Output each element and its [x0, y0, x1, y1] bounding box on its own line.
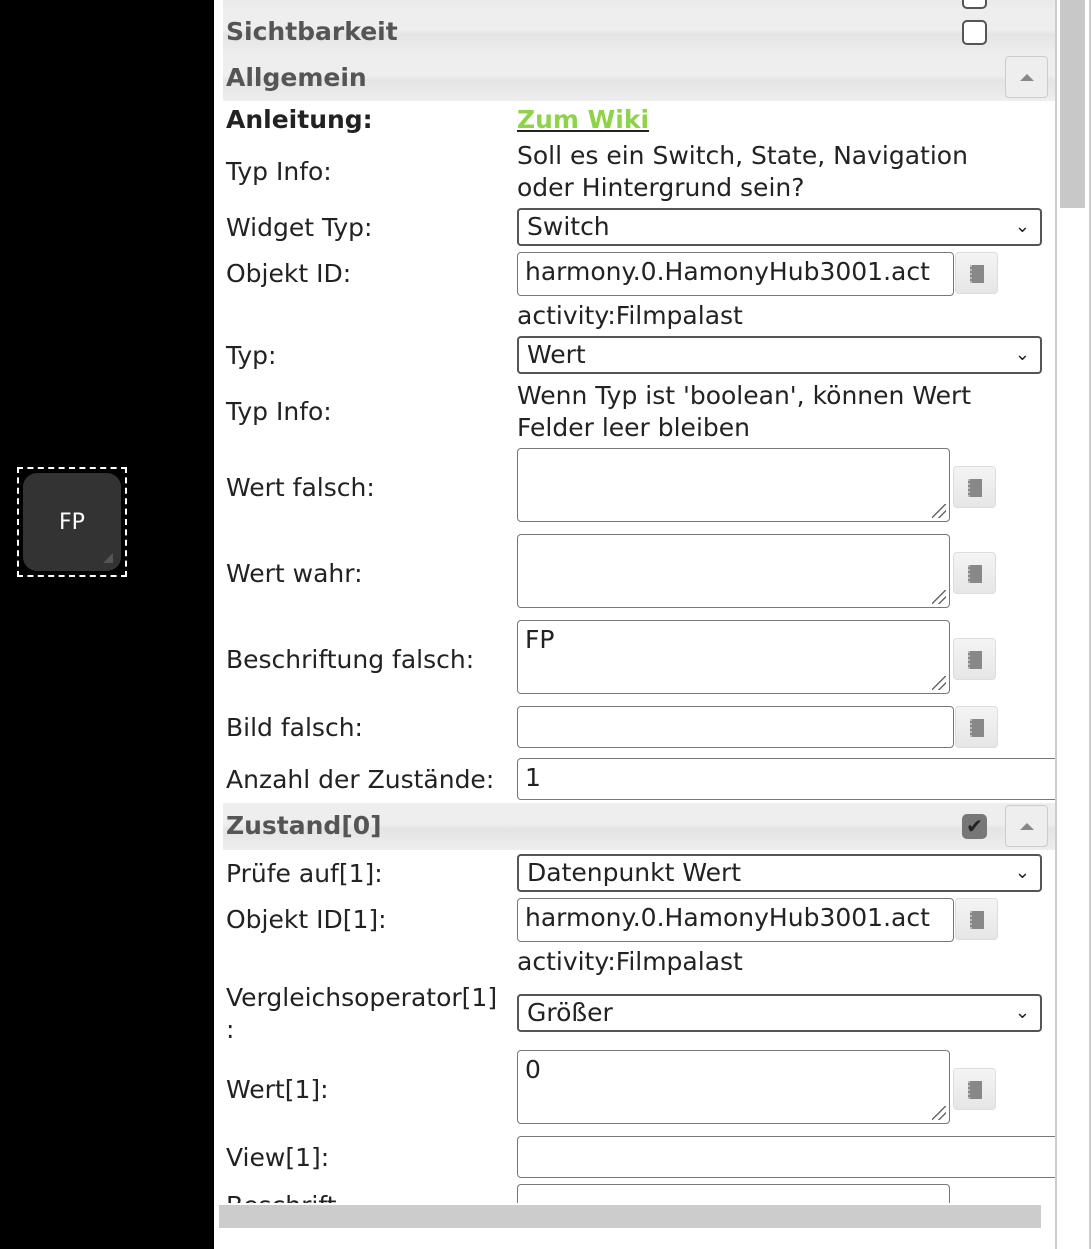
object-id-input[interactable]: harmony.0.HamonyHub3001.act	[517, 252, 954, 296]
image-false-browse-button[interactable]	[955, 706, 998, 748]
state0-checkbox[interactable]: ✔	[962, 814, 987, 839]
object-id1-input[interactable]: harmony.0.HamonyHub3001.act	[517, 898, 954, 942]
operator-colon: :	[226, 1015, 235, 1044]
image-false-label: Bild falsch:	[226, 713, 363, 742]
notebook-icon	[968, 479, 982, 497]
section-title: Sichtbarkeit	[226, 17, 398, 46]
caption1-input[interactable]	[517, 1184, 950, 1203]
chevron-down-icon: ⌄	[1014, 862, 1030, 883]
object-id-browse-button[interactable]	[955, 252, 998, 294]
value-false-textarea[interactable]	[517, 448, 950, 522]
notebook-icon	[970, 719, 984, 737]
image-false-input[interactable]	[517, 706, 954, 748]
section-header-state0[interactable]: Zustand[0]	[223, 803, 1055, 850]
operator-label: Vergleichsoperator[1]	[226, 983, 498, 1012]
chevron-down-icon: ⌄	[1014, 1002, 1030, 1023]
typ-label: Typ:	[226, 341, 277, 370]
widget-type-select[interactable]: Switch ⌄	[517, 208, 1042, 246]
scrollbar-thumb[interactable]	[1060, 0, 1085, 208]
section-header-visibility[interactable]: Sichtbarkeit	[223, 9, 1055, 55]
value1-label: Wert[1]:	[226, 1075, 329, 1104]
collapse-general-button[interactable]	[1005, 56, 1048, 98]
section-title: Allgemein	[226, 63, 367, 92]
caption-false-textarea[interactable]: FP	[517, 620, 950, 694]
caption-false-browse-button[interactable]	[953, 638, 996, 680]
properties-panel: Sichtbarkeit Allgemein Anleitung: Zum Wi…	[215, 0, 1091, 1249]
num-states-label: Anzahl der Zustände:	[226, 765, 495, 794]
caption-false-label: Beschriftung falsch:	[226, 645, 475, 674]
notebook-icon	[968, 651, 982, 669]
value-false-browse-button[interactable]	[953, 466, 996, 508]
value-true-label: Wert wahr:	[226, 559, 363, 588]
widget-label: FP	[59, 509, 85, 535]
wiki-link[interactable]: Zum Wiki	[517, 105, 649, 134]
value-true-textarea[interactable]	[517, 534, 950, 608]
chevron-down-icon: ⌄	[1014, 216, 1030, 237]
type-info2-label: Typ Info:	[226, 397, 332, 426]
object-name: activity:Filmpalast	[517, 301, 743, 330]
canvas-area: FP	[0, 0, 214, 1249]
value-false-label: Wert falsch:	[226, 473, 375, 502]
guide-label: Anleitung:	[226, 105, 373, 134]
visibility-checkbox[interactable]	[962, 20, 987, 45]
prev-checkbox[interactable]	[962, 0, 987, 9]
check-select[interactable]: Datenpunkt Wert ⌄	[517, 854, 1042, 892]
type-info-text: Soll es ein Switch, State, Navigation ode…	[517, 141, 968, 202]
section-header-general[interactable]: Allgemein	[223, 55, 1055, 101]
notebook-icon	[970, 911, 984, 929]
chevron-down-icon: ⌄	[1014, 344, 1030, 365]
num-states-input[interactable]: 1	[517, 758, 1055, 800]
typ-select[interactable]: Wert ⌄	[517, 336, 1042, 374]
operator-select[interactable]: Größer ⌄	[517, 994, 1042, 1032]
object-id-label: Objekt ID:	[226, 259, 352, 288]
value1-browse-button[interactable]	[953, 1068, 996, 1110]
type-info2-text: Wenn Typ ist 'boolean', können Wert Felde…	[517, 381, 972, 442]
value1-textarea[interactable]: 0	[517, 1050, 950, 1124]
object-name1: activity:Filmpalast	[517, 947, 743, 976]
caption1-label: Beschrift	[226, 1191, 337, 1203]
check-label: Prüfe auf[1]:	[226, 859, 383, 888]
vertical-scrollbar[interactable]	[1055, 0, 1091, 1249]
value-true-browse-button[interactable]	[953, 552, 996, 594]
view1-input[interactable]	[517, 1136, 1055, 1178]
section-title: Zustand[0]	[226, 811, 382, 840]
switch-widget[interactable]: FP	[23, 473, 121, 571]
notebook-icon	[968, 1081, 982, 1099]
selected-widget-frame[interactable]: FP	[17, 467, 127, 577]
notebook-icon	[968, 565, 982, 583]
view1-label: View[1]:	[226, 1143, 330, 1172]
notebook-icon	[970, 265, 984, 283]
object-id1-label: Objekt ID[1]:	[226, 905, 387, 934]
object-id1-browse-button[interactable]	[955, 898, 998, 940]
horizontal-scrollbar[interactable]	[219, 1205, 1041, 1228]
collapse-state0-button[interactable]	[1005, 805, 1048, 847]
type-info-label: Typ Info:	[226, 157, 332, 186]
widget-type-label: Widget Typ:	[226, 213, 373, 242]
